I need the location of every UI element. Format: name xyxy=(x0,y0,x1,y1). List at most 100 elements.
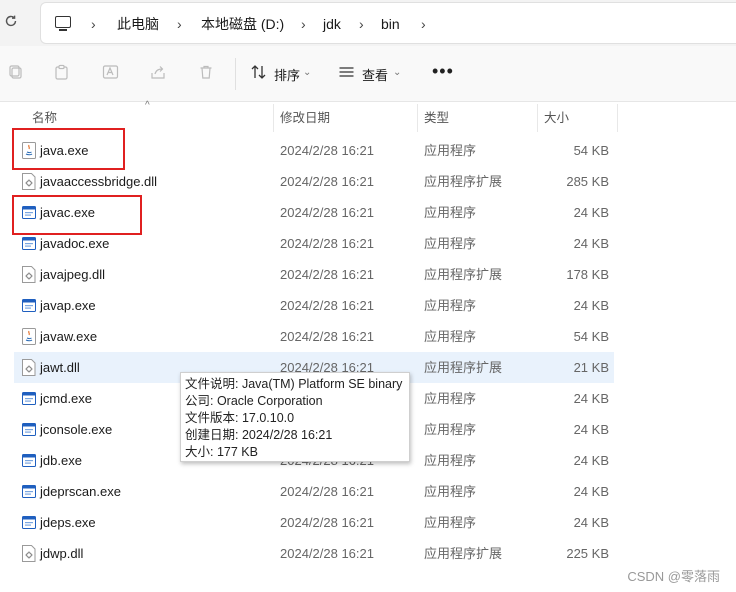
file-modified-date: 2024/2/28 16:21 xyxy=(280,546,374,561)
chevron-right-icon[interactable]: › xyxy=(421,3,426,45)
chevron-down-icon[interactable]: ⌄ xyxy=(303,67,311,78)
file-size: 225 KB xyxy=(566,546,609,561)
file-name[interactable]: javaaccessbridge.dll xyxy=(40,166,157,197)
view-button[interactable]: 查看 xyxy=(362,65,388,84)
refresh-icon[interactable] xyxy=(4,14,20,30)
delete-icon[interactable] xyxy=(198,64,216,82)
file-size: 24 KB xyxy=(573,298,609,313)
file-size: 24 KB xyxy=(573,391,609,406)
chevron-right-icon[interactable]: › xyxy=(177,3,182,45)
exe-window-icon xyxy=(22,235,36,252)
highlight-box-java-exe xyxy=(12,128,125,170)
file-row[interactable]: jdeprscan.exe 2024/2/28 16:21 应用程序 24 KB xyxy=(14,476,614,507)
file-modified-date: 2024/2/28 16:21 xyxy=(280,143,374,158)
exe-window-icon xyxy=(22,483,36,500)
exe-window-icon xyxy=(22,514,36,531)
tooltip-version: 文件版本: 17.0.10.0 xyxy=(185,411,295,425)
file-name[interactable]: jconsole.exe xyxy=(40,414,112,445)
column-divider[interactable] xyxy=(617,104,618,132)
tooltip-company: 公司: Oracle Corporation xyxy=(185,394,323,408)
exe-window-icon xyxy=(22,297,36,314)
command-bar: 排序 ⌄ 查看 ⌄ ••• xyxy=(0,46,736,102)
file-size: 24 KB xyxy=(573,236,609,251)
file-type: 应用程序 xyxy=(424,298,477,313)
dll-file-icon xyxy=(22,545,36,562)
file-size: 24 KB xyxy=(573,484,609,499)
address-bar[interactable]: › 此电脑 › 本地磁盘 (D:) › jdk › bin › xyxy=(40,2,736,44)
file-row[interactable]: javap.exe 2024/2/28 16:21 应用程序 24 KB xyxy=(14,290,614,321)
highlight-box-javac-exe xyxy=(12,195,142,235)
breadcrumb-bin[interactable]: bin xyxy=(381,3,400,45)
tooltip-size: 大小: 177 KB xyxy=(185,445,258,459)
file-row[interactable]: jdwp.dll 2024/2/28 16:21 应用程序扩展 225 KB xyxy=(14,538,614,569)
more-options-button[interactable]: ••• xyxy=(432,62,454,80)
sort-button[interactable]: 排序 xyxy=(274,65,300,84)
breadcrumb-this-pc[interactable]: 此电脑 xyxy=(117,3,159,45)
dll-file-icon xyxy=(22,173,36,190)
tooltip-description: 文件说明: Java(TM) Platform SE binary xyxy=(185,377,403,391)
column-divider[interactable] xyxy=(417,104,418,132)
file-name[interactable]: javap.exe xyxy=(40,290,96,321)
column-header-type[interactable]: 类型 xyxy=(424,104,449,132)
file-size: 54 KB xyxy=(573,329,609,344)
file-size: 24 KB xyxy=(573,205,609,220)
chevron-right-icon[interactable]: › xyxy=(359,3,364,45)
file-name[interactable]: jdb.exe xyxy=(40,445,82,476)
file-modified-date: 2024/2/28 16:21 xyxy=(280,484,374,499)
file-row[interactable]: jdeps.exe 2024/2/28 16:21 应用程序 24 KB xyxy=(14,507,614,538)
file-type: 应用程序扩展 xyxy=(424,267,503,282)
file-row[interactable]: javaw.exe 2024/2/28 16:21 应用程序 54 KB xyxy=(14,321,614,352)
toolbar-divider xyxy=(235,58,236,90)
rename-icon[interactable] xyxy=(102,64,120,82)
file-type: 应用程序 xyxy=(424,236,477,251)
file-name[interactable]: javajpeg.dll xyxy=(40,259,105,290)
file-modified-date: 2024/2/28 16:21 xyxy=(280,205,374,220)
watermark: CSDN @零落雨 xyxy=(627,569,720,584)
file-name[interactable]: javaw.exe xyxy=(40,321,97,352)
column-header-date[interactable]: 修改日期 xyxy=(280,104,330,132)
exe-window-icon xyxy=(22,421,36,438)
file-name[interactable]: jawt.dll xyxy=(40,352,80,383)
file-type: 应用程序 xyxy=(424,422,477,437)
copy-icon[interactable] xyxy=(8,64,26,82)
chevron-right-icon[interactable]: › xyxy=(301,3,306,45)
file-size: 21 KB xyxy=(573,360,609,375)
view-icon[interactable] xyxy=(338,64,356,82)
file-type: 应用程序 xyxy=(424,391,477,406)
file-type: 应用程序扩展 xyxy=(424,546,503,561)
file-row[interactable]: javajpeg.dll 2024/2/28 16:21 应用程序扩展 178 KB xyxy=(14,259,614,290)
breadcrumb-local-disk[interactable]: 本地磁盘 (D:) xyxy=(201,3,284,45)
file-type: 应用程序 xyxy=(424,329,477,344)
file-modified-date: 2024/2/28 16:21 xyxy=(280,174,374,189)
file-name[interactable]: jcmd.exe xyxy=(40,383,92,414)
file-modified-date: 2024/2/28 16:21 xyxy=(280,236,374,251)
chevron-down-icon[interactable]: ⌄ xyxy=(393,67,401,78)
breadcrumb-jdk[interactable]: jdk xyxy=(323,3,341,45)
column-header-size[interactable]: 大小 xyxy=(544,104,569,132)
file-type: 应用程序 xyxy=(424,453,477,468)
file-name[interactable]: jdwp.dll xyxy=(40,538,83,569)
file-name[interactable]: jdeps.exe xyxy=(40,507,96,538)
file-type: 应用程序扩展 xyxy=(424,174,503,189)
address-bar-region: › 此电脑 › 本地磁盘 (D:) › jdk › bin › xyxy=(0,0,736,46)
exe-window-icon xyxy=(22,452,36,469)
share-icon[interactable] xyxy=(150,64,168,82)
column-divider[interactable] xyxy=(273,104,274,132)
paste-icon[interactable] xyxy=(54,64,72,82)
file-name[interactable]: jdeprscan.exe xyxy=(40,476,121,507)
chevron-right-icon[interactable]: › xyxy=(91,3,96,45)
file-size: 54 KB xyxy=(573,143,609,158)
dll-file-icon xyxy=(22,266,36,283)
tooltip-created: 创建日期: 2024/2/28 16:21 xyxy=(185,428,333,442)
file-type: 应用程序 xyxy=(424,515,477,530)
dll-file-icon xyxy=(22,359,36,376)
java-exe-icon xyxy=(22,328,36,345)
file-row[interactable]: javaaccessbridge.dll 2024/2/28 16:21 应用程序扩… xyxy=(14,166,614,197)
file-size: 178 KB xyxy=(566,267,609,282)
sort-icon[interactable] xyxy=(250,64,268,82)
file-modified-date: 2024/2/28 16:21 xyxy=(280,267,374,282)
file-size: 24 KB xyxy=(573,422,609,437)
this-pc-icon[interactable] xyxy=(55,16,71,31)
column-divider[interactable] xyxy=(537,104,538,132)
file-type: 应用程序 xyxy=(424,205,477,220)
